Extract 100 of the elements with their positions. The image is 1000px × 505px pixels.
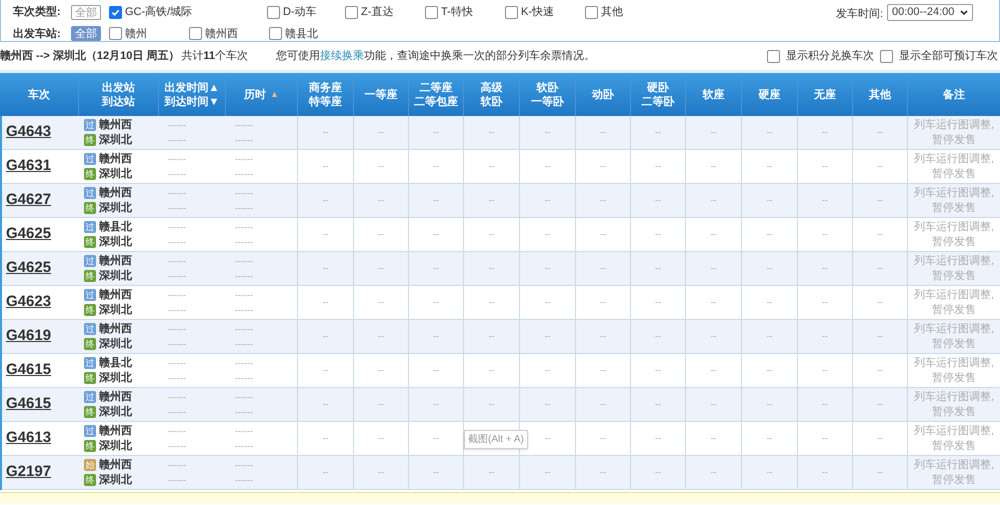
- train-number[interactable]: G4631: [6, 155, 52, 178]
- seat-cell-text: --: [544, 330, 550, 343]
- seat-cell-text: --: [822, 432, 828, 445]
- seat-cell-text: --: [378, 364, 384, 377]
- seat-cell-text: --: [766, 262, 772, 275]
- train-number[interactable]: G2197: [6, 461, 52, 484]
- seat-cell-text: --: [877, 398, 883, 411]
- transfer-link[interactable]: 接续换乘: [320, 50, 364, 62]
- column-header: 高级 软卧: [480, 80, 502, 108]
- station-badge: 过: [84, 289, 96, 301]
- seat-cell-text: --: [710, 194, 716, 207]
- seat-cell-text: --: [378, 160, 384, 173]
- time-cell-text: ------: [168, 406, 187, 418]
- seat-cell-text: --: [655, 160, 661, 173]
- filter-option[interactable]: D-动车: [283, 4, 317, 20]
- station-name: 赣州西: [99, 322, 132, 336]
- checkbox[interactable]: [267, 6, 280, 19]
- station-name: 赣县北: [99, 220, 132, 234]
- time-cell-text: ------: [168, 424, 187, 438]
- checkbox[interactable]: [880, 50, 893, 62]
- time-cell-text: ------: [168, 322, 187, 336]
- time-cell-text: ------: [235, 440, 254, 452]
- station-badge: 过: [84, 425, 96, 437]
- seat-cell-text: --: [766, 330, 772, 343]
- seat-cell-text: --: [877, 296, 883, 309]
- train-number[interactable]: G4625: [6, 223, 52, 246]
- seat-cell-text: --: [488, 364, 494, 377]
- seat-cell-text: --: [822, 466, 828, 479]
- seat-cell-text: --: [600, 126, 606, 139]
- time-cell-text: ------: [235, 202, 254, 214]
- checkbox[interactable]: [505, 6, 518, 19]
- station-badge: 终: [84, 304, 96, 316]
- seat-cell-text: --: [600, 194, 606, 207]
- filter-label: 发车时间:: [836, 7, 883, 22]
- time-cell-text: ------: [235, 304, 254, 316]
- note-cell-text: 列车运行图调整,暂停发售: [912, 356, 996, 386]
- checkbox[interactable]: [109, 27, 122, 40]
- filter-option[interactable]: 赣州: [125, 26, 147, 42]
- filter-option[interactable]: 赣州西: [205, 26, 238, 42]
- seat-cell-text: --: [600, 432, 606, 445]
- time-cell-text: ------: [235, 186, 254, 200]
- station-name: 深圳北: [99, 338, 132, 350]
- checkbox[interactable]: [269, 27, 282, 40]
- time-cell-text: ------: [168, 356, 187, 370]
- seat-cell-text: --: [766, 160, 772, 173]
- column-header: 一等座: [364, 88, 398, 102]
- seat-cell-text: --: [822, 126, 828, 139]
- filter-option[interactable]: K-快速: [521, 4, 554, 20]
- option-label[interactable]: 显示全部可预订车次: [899, 48, 998, 64]
- station-badge: 过: [84, 153, 96, 165]
- checkbox[interactable]: [585, 6, 598, 19]
- column-header: 出发站 到达站: [102, 80, 135, 108]
- station-name: 赣州西: [99, 186, 132, 200]
- station-name: 深圳北: [99, 202, 132, 214]
- train-number[interactable]: G4643: [6, 121, 52, 144]
- time-cell-text: ------: [235, 338, 254, 350]
- train-number[interactable]: G4619: [6, 325, 52, 348]
- station-name: 赣州西: [99, 288, 132, 302]
- seat-cell-text: --: [322, 364, 328, 377]
- train-number[interactable]: G4615: [6, 359, 52, 382]
- option-label[interactable]: 显示积分兑换车次: [786, 48, 874, 64]
- filter-option[interactable]: Z-直达: [361, 4, 394, 20]
- time-cell-text: ------: [168, 390, 187, 404]
- checkbox[interactable]: [109, 6, 122, 19]
- time-cell-text: ------: [168, 186, 187, 200]
- train-number[interactable]: G4613: [6, 427, 52, 450]
- train-number[interactable]: G4623: [6, 291, 52, 314]
- station-name: 赣州西: [99, 118, 132, 132]
- seat-cell-text: --: [822, 228, 828, 241]
- seat-cell-text: --: [655, 466, 661, 479]
- time-cell-text: ------: [235, 424, 254, 438]
- station-badge: 终: [84, 372, 96, 384]
- seat-cell-text: --: [822, 398, 828, 411]
- seat-cell-text: --: [378, 398, 384, 411]
- time-select[interactable]: 00:00--24:00: [887, 4, 973, 21]
- station-name: 赣县北: [99, 356, 132, 370]
- filter-option[interactable]: T-特快: [441, 4, 473, 20]
- time-cell-text: ------: [168, 440, 187, 452]
- filter-option[interactable]: 赣县北: [285, 26, 318, 42]
- seat-cell-text: --: [322, 398, 328, 411]
- station-badge: 过: [84, 119, 96, 131]
- train-number[interactable]: G4627: [6, 189, 52, 212]
- checkbox[interactable]: [767, 50, 780, 62]
- time-cell-text: ------: [235, 356, 254, 370]
- checkbox[interactable]: [189, 27, 202, 40]
- seat-cell-text: --: [544, 364, 550, 377]
- checkbox[interactable]: [345, 6, 358, 19]
- checkbox[interactable]: [425, 6, 438, 19]
- station-badge: 终: [84, 236, 96, 248]
- station-badge: 过: [84, 255, 96, 267]
- seat-cell-text: --: [822, 262, 828, 275]
- seat-cell-text: --: [655, 330, 661, 343]
- filter-option[interactable]: 其他: [601, 4, 623, 20]
- train-number[interactable]: G4615: [6, 393, 52, 416]
- train-number[interactable]: G4625: [6, 257, 52, 280]
- station-badge: 过: [84, 221, 96, 233]
- seat-cell-text: --: [877, 160, 883, 173]
- column-header: 车次: [28, 88, 50, 102]
- seat-cell-text: --: [600, 364, 606, 377]
- filter-option[interactable]: GC-高铁/城际: [125, 4, 192, 20]
